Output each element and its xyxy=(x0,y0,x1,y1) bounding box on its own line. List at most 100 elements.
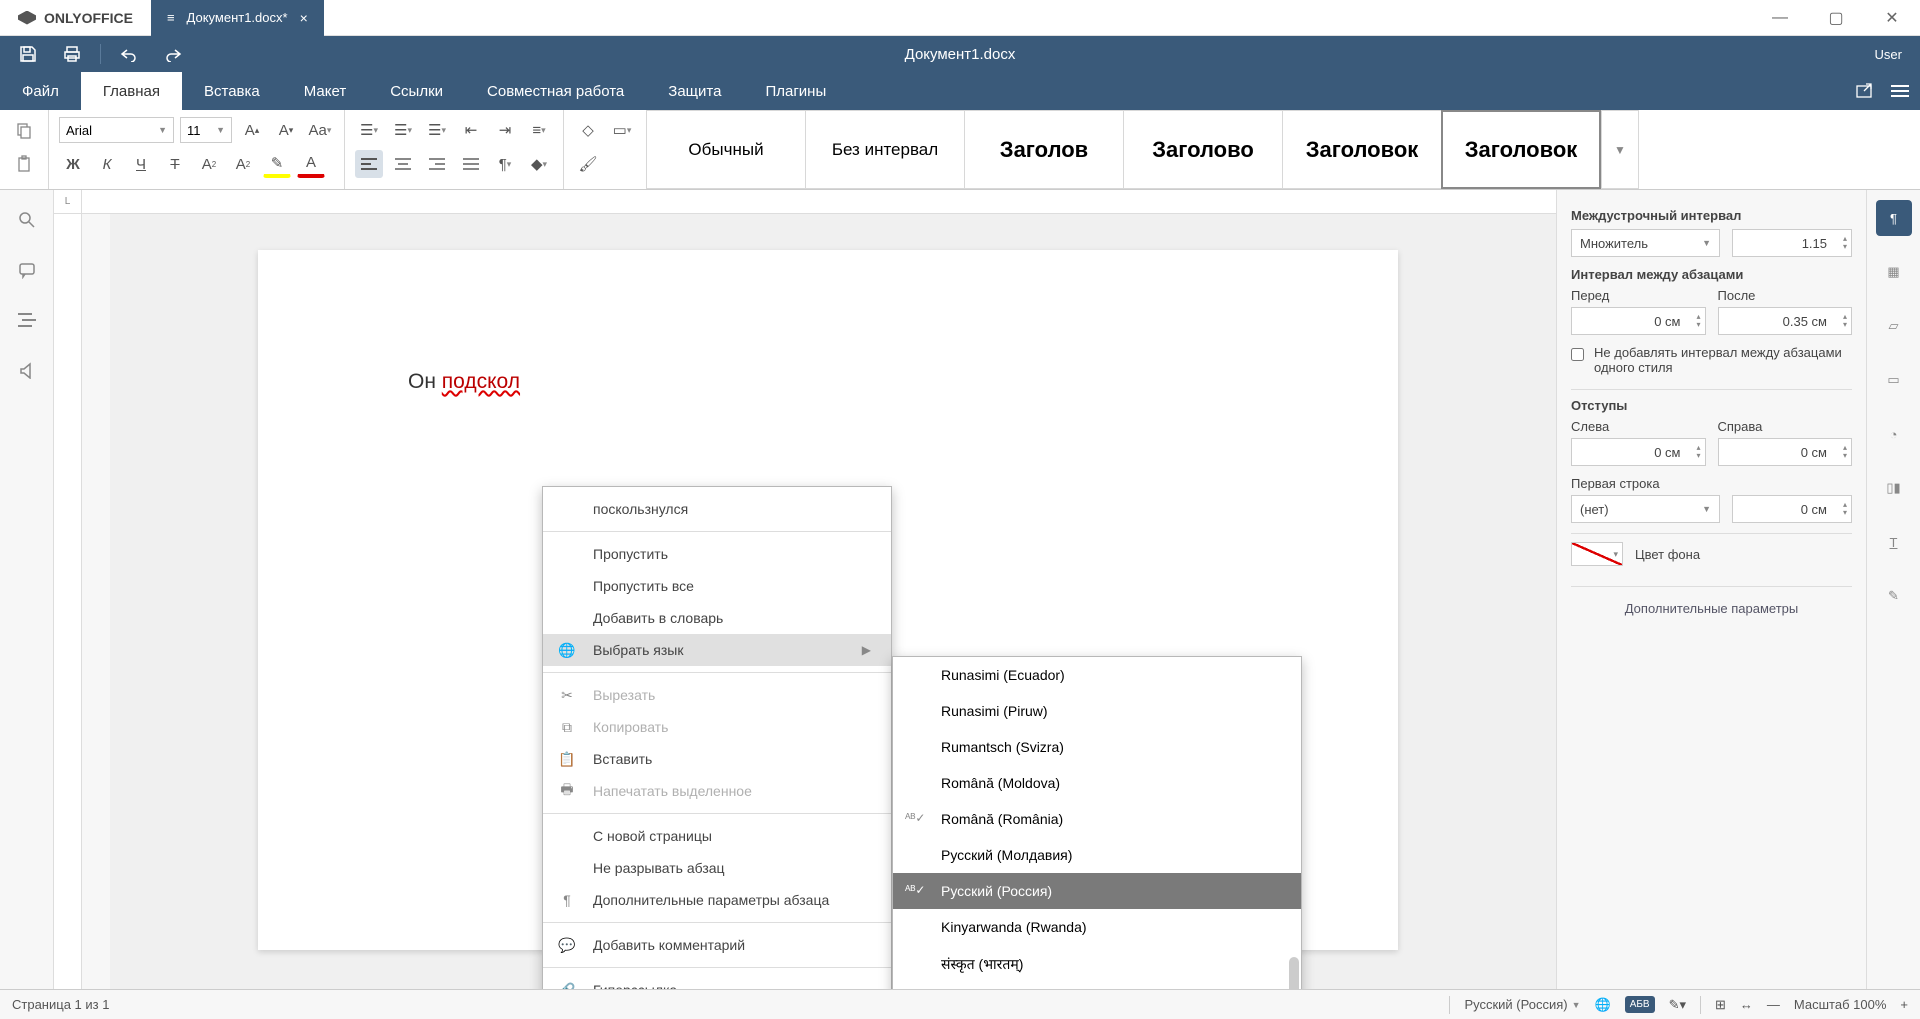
tab-plugins[interactable]: Плагины xyxy=(743,72,848,110)
fit-page-icon[interactable]: ⊞ xyxy=(1715,997,1726,1013)
insert-field-button[interactable]: ▭▾ xyxy=(608,116,636,144)
font-color-button[interactable]: A xyxy=(297,150,325,178)
style-heading4[interactable]: Заголовок xyxy=(1441,110,1601,189)
bg-color-swatch[interactable]: ▾ xyxy=(1571,542,1623,566)
decrease-font-button[interactable]: A▾ xyxy=(272,116,300,144)
cm-item[interactable]: 📋Вставить xyxy=(543,743,891,775)
shading-button[interactable]: ◆▾ xyxy=(525,150,553,178)
document-text[interactable]: Он подскол xyxy=(408,370,520,393)
font-name-select[interactable]: Arial▼ xyxy=(59,117,174,143)
minimize-button[interactable]: — xyxy=(1752,0,1808,36)
user-label[interactable]: User xyxy=(1875,47,1912,62)
vertical-ruler[interactable] xyxy=(82,214,110,989)
feedback-icon[interactable] xyxy=(13,356,41,384)
change-case-button[interactable]: Aa▾ xyxy=(306,116,334,144)
indent-left-input[interactable]: 0 см xyxy=(1571,438,1706,466)
redo-button[interactable] xyxy=(153,38,193,70)
align-right-button[interactable] xyxy=(423,150,451,178)
advanced-settings-link[interactable]: Дополнительные параметры xyxy=(1571,586,1852,616)
language-option[interactable]: Русский (Молдавия) xyxy=(893,837,1301,873)
tab-home[interactable]: Главная xyxy=(81,72,182,110)
multilevel-button[interactable]: ☰▾ xyxy=(423,116,451,144)
view-settings-icon[interactable] xyxy=(1886,77,1914,105)
spelling-error[interactable]: подскол xyxy=(442,370,520,393)
line-spacing-mode[interactable]: Множитель▼ xyxy=(1571,229,1720,257)
cm-item[interactable]: Не разрывать абзац xyxy=(543,852,891,884)
clear-style-button[interactable]: ◇ xyxy=(574,116,602,144)
cm-item[interactable]: Добавить в словарь xyxy=(543,602,891,634)
cm-item[interactable]: ¶Дополнительные параметры абзаца xyxy=(543,884,891,916)
cm-item[interactable]: 💬Добавить комментарий xyxy=(543,929,891,961)
line-spacing-value[interactable]: 1.15 xyxy=(1732,229,1852,257)
close-tab-icon[interactable]: × xyxy=(300,10,308,26)
language-option[interactable]: Саха (Россия) xyxy=(893,984,1301,989)
superscript-button[interactable]: A2 xyxy=(195,150,223,178)
page-status[interactable]: Страница 1 из 1 xyxy=(12,997,109,1012)
numbering-button[interactable]: ☰▾ xyxy=(389,116,417,144)
style-normal[interactable]: Обычный xyxy=(646,110,806,189)
textart-tab-icon[interactable]: T xyxy=(1876,524,1912,560)
cm-item[interactable]: С новой страницы xyxy=(543,820,891,852)
style-no-spacing[interactable]: Без интервал xyxy=(805,110,965,189)
style-gallery-dropdown[interactable]: ▼ xyxy=(1601,110,1639,189)
nonprinting-button[interactable]: ¶▾ xyxy=(491,150,519,178)
image-tab-icon[interactable]: ▱ xyxy=(1876,308,1912,344)
italic-button[interactable]: К xyxy=(93,150,121,178)
cm-item[interactable]: 🌐Выбрать язык▶ xyxy=(543,634,891,666)
header-tab-icon[interactable]: ▭ xyxy=(1876,362,1912,398)
copy-style-button[interactable]: 🖌 xyxy=(574,150,602,178)
language-option[interactable]: Runasimi (Piruw) xyxy=(893,693,1301,729)
line-spacing-button[interactable]: ≡▾ xyxy=(525,116,553,144)
increase-indent-button[interactable]: ⇥ xyxy=(491,116,519,144)
table-tab-icon[interactable]: ▦ xyxy=(1876,254,1912,290)
tab-collaboration[interactable]: Совместная работа xyxy=(465,72,646,110)
comments-icon[interactable] xyxy=(13,256,41,284)
maximize-button[interactable]: ▢ xyxy=(1808,0,1864,36)
chart-tab-icon[interactable]: ▯▮ xyxy=(1876,470,1912,506)
font-size-select[interactable]: 11▼ xyxy=(180,117,232,143)
spellcheck-toggle-icon[interactable]: АБВ xyxy=(1625,996,1655,1013)
search-icon[interactable] xyxy=(13,206,41,234)
submenu-scrollbar[interactable] xyxy=(1289,957,1299,989)
spacing-after-input[interactable]: 0.35 см xyxy=(1718,307,1853,335)
zoom-in-button[interactable]: + xyxy=(1900,997,1908,1012)
language-option[interactable]: ᴬᴮ✓Română (România) xyxy=(893,801,1301,837)
spellcheck-status-icon[interactable]: 🌐 xyxy=(1595,997,1611,1013)
indent-right-input[interactable]: 0 см xyxy=(1718,438,1853,466)
style-heading2[interactable]: Заголово xyxy=(1123,110,1283,189)
increase-font-button[interactable]: A▴ xyxy=(238,116,266,144)
tab-references[interactable]: Ссылки xyxy=(368,72,465,110)
fit-width-icon[interactable]: ↔ xyxy=(1740,997,1753,1012)
tab-layout[interactable]: Макет xyxy=(282,72,368,110)
cm-item[interactable]: Пропустить xyxy=(543,538,891,570)
language-option[interactable]: Kinyarwanda (Rwanda) xyxy=(893,909,1301,945)
paste-button[interactable] xyxy=(10,150,38,178)
cm-suggestion[interactable]: поскользнулся xyxy=(543,493,891,525)
language-option[interactable]: संस्कृत (भारतम्) xyxy=(893,945,1301,984)
close-window-button[interactable]: ✕ xyxy=(1864,0,1920,36)
language-status[interactable]: Русский (Россия) ▼ xyxy=(1464,997,1580,1012)
cm-item[interactable]: Пропустить все xyxy=(543,570,891,602)
tab-protection[interactable]: Защита xyxy=(646,72,743,110)
align-left-button[interactable] xyxy=(355,150,383,178)
align-center-button[interactable] xyxy=(389,150,417,178)
cm-item[interactable]: 🔗Гиперссылка xyxy=(543,974,891,989)
style-heading1[interactable]: Заголов xyxy=(964,110,1124,189)
highlight-button[interactable]: ✎ xyxy=(263,150,291,178)
headings-icon[interactable] xyxy=(13,306,41,334)
zoom-out-button[interactable]: — xyxy=(1767,997,1780,1012)
style-heading3[interactable]: Заголовок xyxy=(1282,110,1442,189)
tab-file[interactable]: Файл xyxy=(0,72,81,110)
no-space-same-style-checkbox[interactable] xyxy=(1571,348,1584,361)
copy-button[interactable] xyxy=(10,116,38,144)
first-line-value[interactable]: 0 см xyxy=(1732,495,1852,523)
document-tab[interactable]: ≡ Документ1.docx* × xyxy=(151,0,324,36)
language-option[interactable]: ᴬᴮ✓Русский (Россия) xyxy=(893,873,1301,909)
subscript-button[interactable]: A2 xyxy=(229,150,257,178)
paragraph-tab-icon[interactable]: ¶ xyxy=(1876,200,1912,236)
strikethrough-button[interactable]: Т xyxy=(161,150,189,178)
zoom-level[interactable]: Масштаб 100% xyxy=(1794,997,1886,1012)
language-option[interactable]: Română (Moldova) xyxy=(893,765,1301,801)
align-justify-button[interactable] xyxy=(457,150,485,178)
language-option[interactable]: Runasimi (Ecuador) xyxy=(893,657,1301,693)
